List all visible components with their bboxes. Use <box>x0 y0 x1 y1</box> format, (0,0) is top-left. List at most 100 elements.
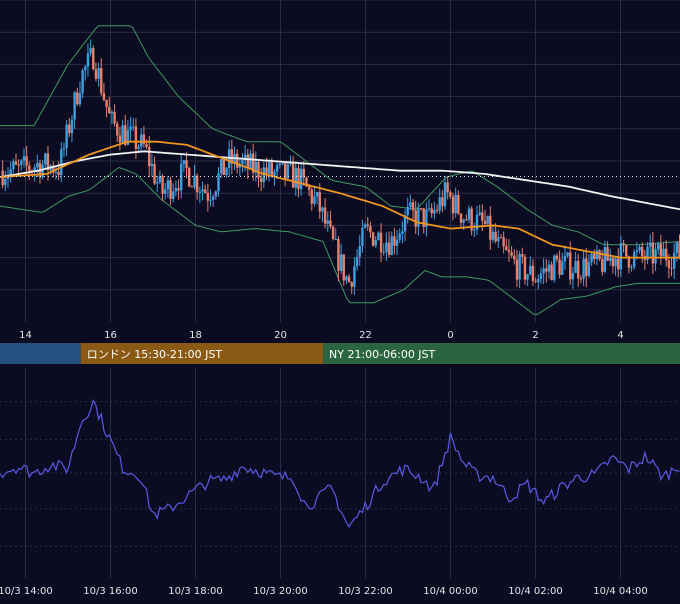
candle-body <box>486 215 489 224</box>
candle-body <box>459 213 463 223</box>
candle-body <box>513 255 516 260</box>
candle-body <box>257 162 260 179</box>
candle-body <box>310 189 313 204</box>
candle-body <box>211 196 215 200</box>
candle-body <box>273 171 276 176</box>
candle-body <box>166 180 170 190</box>
candle-body <box>174 188 178 192</box>
candle-body <box>558 259 561 275</box>
candle-body <box>507 250 511 253</box>
candle-body <box>595 250 599 260</box>
candle-body <box>321 207 324 212</box>
candle-body <box>651 242 655 264</box>
candle-body <box>318 192 321 212</box>
candle-body <box>361 227 364 247</box>
candle-body <box>457 194 460 214</box>
candle-body <box>417 208 420 227</box>
candle-body <box>203 189 207 193</box>
candle-body <box>76 92 79 105</box>
candle-body <box>617 258 620 270</box>
candle-body <box>225 168 228 175</box>
candle-body <box>150 163 154 167</box>
price-x-tick-label: 16 <box>104 330 117 341</box>
price-x-tick-label: 20 <box>274 330 287 341</box>
candle-body <box>409 202 412 207</box>
candle-body <box>630 267 633 269</box>
candle-body <box>17 164 20 166</box>
candle-body <box>366 224 369 227</box>
candle-body <box>153 163 156 184</box>
candle-body <box>347 276 351 283</box>
candle-body <box>323 207 327 224</box>
candle-body <box>656 243 660 250</box>
candle-body <box>435 210 439 212</box>
candle-body <box>419 208 423 210</box>
candle-body <box>667 260 671 268</box>
candle-body <box>526 274 529 280</box>
candle-body <box>664 248 668 261</box>
candle-body <box>134 126 138 149</box>
candle-body <box>539 273 543 280</box>
candle-body <box>411 202 415 211</box>
osc-x-tick-label: 10/3 16:00 <box>83 586 137 597</box>
candle-body <box>675 242 679 253</box>
candle-body <box>401 231 404 234</box>
candle-body <box>537 279 540 283</box>
candle-body <box>355 257 359 267</box>
price-x-tick-label: 0 <box>447 330 453 341</box>
candle-body <box>614 258 617 267</box>
candle-body <box>259 178 263 183</box>
candle-body <box>193 175 196 188</box>
candle-body <box>12 161 15 170</box>
candle-body <box>110 111 114 114</box>
candle-body <box>363 224 367 228</box>
candle-body <box>603 247 607 272</box>
candle-body <box>25 156 28 166</box>
candle-body <box>547 264 551 272</box>
candle-body <box>97 68 100 79</box>
candle-body <box>462 219 465 223</box>
candle-body <box>326 220 329 224</box>
candle-body <box>648 242 652 247</box>
candle-body <box>550 264 553 281</box>
candle-body <box>267 162 271 174</box>
candle-body <box>566 252 569 256</box>
candle-body <box>430 208 433 214</box>
candle-body <box>172 191 175 199</box>
candle-body <box>563 255 567 262</box>
candle-body <box>190 186 194 188</box>
candle-body <box>337 238 340 271</box>
candle-body <box>44 153 47 165</box>
candle-body <box>385 242 388 252</box>
candle-body <box>129 126 132 131</box>
price-x-tick-label: 4 <box>617 330 623 341</box>
candle-body <box>84 66 87 71</box>
candle-body <box>342 254 345 281</box>
candle-body <box>553 255 556 281</box>
candle-body <box>195 175 199 193</box>
candle-body <box>379 232 383 253</box>
session-bar: ロンドン 15:30-21:00 JST NY 21:00-06:00 JST <box>0 343 680 364</box>
candle-body <box>299 168 303 190</box>
candle-body <box>68 124 71 134</box>
candle-body <box>28 165 31 171</box>
candle-body <box>662 248 665 257</box>
candle-body <box>510 252 513 256</box>
candle-body <box>641 246 644 257</box>
candle-body <box>36 162 39 168</box>
candle-body <box>20 160 23 165</box>
candle-body <box>275 165 279 172</box>
candle-body <box>289 163 292 165</box>
candle-body <box>467 208 471 220</box>
candle-body <box>521 254 524 257</box>
candle-body <box>313 196 316 204</box>
osc-x-tick-label: 10/3 22:00 <box>338 586 392 597</box>
candle-body <box>180 163 183 191</box>
candle-body <box>446 182 449 193</box>
candle-body <box>57 171 60 176</box>
candle-body <box>638 246 641 251</box>
candle-body <box>249 153 252 169</box>
forex-chart: 14 16 18 20 22 0 2 4 ロンドン 15:30-21:00 JST NY 21:… <box>0 0 680 600</box>
session-label: ロンドン 15:30-21:00 JST <box>87 348 223 361</box>
candle-body <box>331 226 335 240</box>
